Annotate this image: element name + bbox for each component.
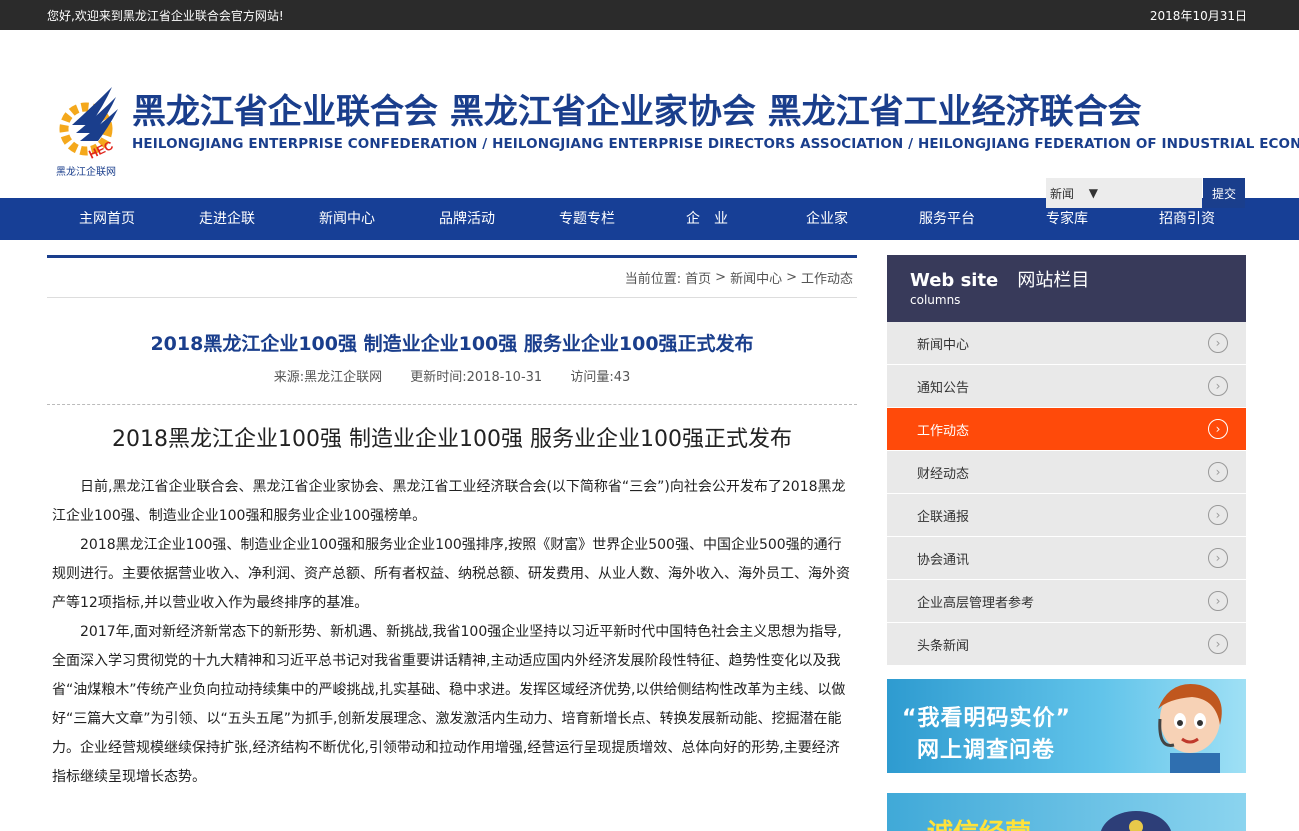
breadcrumb-sep: > xyxy=(786,270,797,285)
search-category-select[interactable]: 新闻 ▼ xyxy=(1046,178,1104,208)
sidebar-item-association-news[interactable]: 协会通讯 › xyxy=(887,537,1246,580)
sidebar-title-en: Web site xyxy=(910,270,999,291)
sidebar-item-headlines[interactable]: 头条新闻 › xyxy=(887,623,1246,666)
divider xyxy=(47,404,857,405)
article-source: 来源:黑龙江企联网 xyxy=(273,370,383,385)
breadcrumb: 当前位置: 首页 > 新闻中心 > 工作动态 xyxy=(47,258,857,298)
chevron-right-icon: › xyxy=(1208,505,1228,525)
nav-item-about[interactable]: 走进企联 xyxy=(167,198,287,240)
search-category-label: 新闻 xyxy=(1050,186,1075,201)
integrity-banner-text: 诚信经营 xyxy=(927,813,1031,831)
sidebar-item-label: 企业高层管理者参考 xyxy=(917,595,1035,611)
breadcrumb-prefix: 当前位置: xyxy=(624,272,682,287)
integrity-banner[interactable]: 诚信经营 xyxy=(887,793,1246,831)
sidebar-item-label: 企联通报 xyxy=(917,509,970,525)
sidebar-item-label: 工作动态 xyxy=(917,423,970,439)
sidebar-item-label: 新闻中心 xyxy=(917,337,970,353)
site-header: HEC 黑龙江企联网 黑龙江省企业联合会 黑龙江省企业家协会 黑龙江省工业经济联… xyxy=(0,30,1299,208)
sidebar-title-cn: 网站栏目 xyxy=(1017,270,1090,291)
search-bar: 新闻 ▼ 提交 xyxy=(1046,178,1245,208)
survey-banner[interactable]: “我看明码实价” 网上调查问卷 xyxy=(887,679,1246,773)
sidebar-item-finance-news[interactable]: 财经动态 › xyxy=(887,451,1246,494)
article-heading: 2018黑龙江企业100强 制造业企业100强 服务业企业100强正式发布 xyxy=(112,427,792,452)
breadcrumb-home[interactable]: 首页 xyxy=(685,268,711,287)
headset-operator-icon xyxy=(1158,684,1222,773)
sidebar-item-label: 财经动态 xyxy=(917,466,970,482)
search-submit-button[interactable]: 提交 xyxy=(1203,178,1245,208)
article-updated: 更新时间:2018-10-31 xyxy=(410,370,543,385)
article-meta: 来源:黑龙江企联网 更新时间:2018-10-31 访问量:43 xyxy=(47,366,857,385)
sidebar: Web site 网站栏目 columns 新闻中心 › 通知公告 › 工作动态 › … xyxy=(887,255,1246,831)
article-body: 日前,黑龙江省企业联合会、黑龙江省企业家协会、黑龙江省工业经济联合会(以下简称省… xyxy=(47,473,857,792)
chevron-right-icon: › xyxy=(1208,548,1228,568)
survey-banner-line1: “我看明码实价” xyxy=(902,706,1071,731)
police-cap-icon xyxy=(1100,811,1172,831)
chevron-right-icon: › xyxy=(1208,591,1228,611)
site-title-cn: 黑龙江省企业联合会 黑龙江省企业家协会 黑龙江省工业经济联合会 xyxy=(132,92,1142,132)
breadcrumb-sep: > xyxy=(715,270,727,285)
article-paragraph: 日前,黑龙江省企业联合会、黑龙江省企业家协会、黑龙江省工业经济联合会(以下简称省… xyxy=(52,479,846,524)
chevron-right-icon: › xyxy=(1208,462,1228,482)
logo-caption: 黑龙江企联网 xyxy=(56,167,116,178)
nav-item-entrepreneurs[interactable]: 企业家 xyxy=(767,198,887,240)
search-input[interactable] xyxy=(1104,178,1202,208)
sidebar-item-work-news[interactable]: 工作动态 › xyxy=(887,408,1246,451)
sidebar-subtitle: columns xyxy=(910,293,961,307)
sidebar-item-notices[interactable]: 通知公告 › xyxy=(887,365,1246,408)
sidebar-header: Web site 网站栏目 columns xyxy=(887,255,1246,322)
survey-banner-line2: 网上调查问卷 xyxy=(917,738,1056,763)
breadcrumb-current[interactable]: 工作动态 xyxy=(801,268,853,287)
nav-item-brand-events[interactable]: 品牌活动 xyxy=(407,198,527,240)
nav-item-services[interactable]: 服务平台 xyxy=(887,198,1007,240)
breadcrumb-news[interactable]: 新闻中心 xyxy=(730,268,782,287)
sidebar-item-label: 协会通讯 xyxy=(917,552,970,568)
sidebar-item-executive-reference[interactable]: 企业高层管理者参考 › xyxy=(887,580,1246,623)
article-views: 访问量:43 xyxy=(570,370,631,385)
article-title: 2018黑龙江企业100强 制造业企业100强 服务业企业100强正式发布 xyxy=(150,333,754,355)
chevron-right-icon: › xyxy=(1208,376,1228,396)
chevron-right-icon: › xyxy=(1208,419,1228,439)
nav-item-topics[interactable]: 专题专栏 xyxy=(527,198,647,240)
chevron-right-icon: › xyxy=(1208,333,1228,353)
top-bar: 您好,欢迎来到黑龙江省企业联合会官方网站! 2018年10月31日 xyxy=(0,0,1299,30)
current-date: 2018年10月31日 xyxy=(1149,8,1247,23)
sidebar-item-news-center[interactable]: 新闻中心 › xyxy=(887,322,1246,365)
nav-item-news[interactable]: 新闻中心 xyxy=(287,198,407,240)
content-area: 当前位置: 首页 > 新闻中心 > 工作动态 2018黑龙江企业100强 制造业… xyxy=(0,240,1299,831)
nav-item-home[interactable]: 主网首页 xyxy=(47,198,167,240)
site-title-en: HEILONGJIANG ENTERPRISE CONFEDERATION / … xyxy=(132,136,1299,152)
nav-item-enterprises[interactable]: 企 业 xyxy=(647,198,767,240)
sidebar-menu: 新闻中心 › 通知公告 › 工作动态 › 财经动态 › 企联通报 › 协会通讯 › 企业高层… xyxy=(887,322,1246,666)
sidebar-item-label: 通知公告 xyxy=(917,380,970,396)
site-titles: 黑龙江省企业联合会 黑龙江省企业家协会 黑龙江省工业经济联合会 HEILONGJ… xyxy=(132,90,1299,152)
chevron-right-icon: › xyxy=(1208,634,1228,654)
welcome-text: 您好,欢迎来到黑龙江省企业联合会官方网站! xyxy=(47,8,284,23)
article-column: 当前位置: 首页 > 新闻中心 > 工作动态 2018黑龙江企业100强 制造业… xyxy=(47,255,857,792)
article-paragraph: 2017年,面对新经济新常态下的新形势、新机遇、新挑战,我省100强企业坚持以习… xyxy=(52,624,846,785)
sidebar-item-label: 头条新闻 xyxy=(917,638,970,654)
article-paragraph: 2018黑龙江企业100强、制造业企业100强和服务业企业100强排序,按照《财… xyxy=(52,537,850,611)
caret-down-icon: ▼ xyxy=(1088,186,1098,200)
sidebar-item-bulletins[interactable]: 企联通报 › xyxy=(887,494,1246,537)
